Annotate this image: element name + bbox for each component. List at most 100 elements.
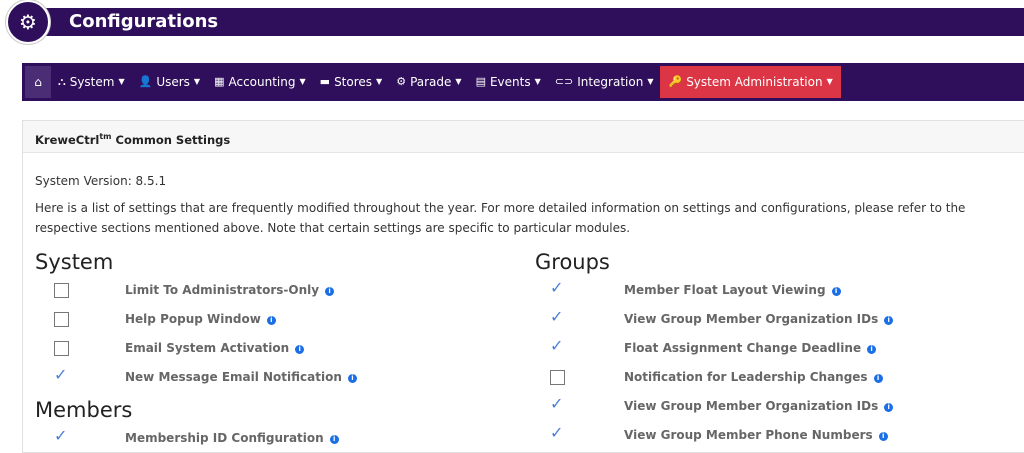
description: Here is a list of settings that are freq… (35, 201, 966, 235)
caret-down-icon: ▼ (376, 77, 383, 86)
nav-users[interactable]: 👤 Users ▼ (132, 66, 207, 98)
setting-row: ✓ Membership ID Configuration i (35, 424, 515, 453)
caret-down-icon: ▼ (455, 77, 462, 86)
setting-label-text: Help Popup Window (125, 312, 261, 326)
setting-label: Member Float Layout Viewing i (624, 283, 841, 297)
common-settings-card: KreweCtrltm Common Settings System Versi… (22, 120, 1024, 453)
checkmark-toggle[interactable]: ✓ (550, 278, 563, 297)
setting-label: Email System Activation i (125, 341, 305, 355)
checkmark-toggle[interactable]: ✓ (550, 394, 563, 413)
checkmark-toggle[interactable]: ✓ (550, 336, 563, 355)
float-icon: ⚙ (396, 75, 407, 88)
checkbox[interactable] (54, 283, 69, 298)
setting-label: Membership ID Configuration i (125, 431, 339, 445)
user-icon: 👤 (138, 75, 153, 88)
checkmark-toggle[interactable]: ✓ (54, 365, 67, 384)
nav-label: Parade (410, 75, 452, 89)
setting-label-text: Membership ID Configuration (125, 431, 324, 445)
setting-label: New Message Email Notification i (125, 370, 357, 384)
trademark: tm (99, 132, 112, 141)
setting-label-text: Notification for Leadership Changes (624, 370, 868, 384)
nav-stores[interactable]: ▬ Stores ▼ (313, 66, 390, 98)
info-icon[interactable]: i (295, 345, 305, 354)
nav-label: Stores (334, 75, 373, 89)
setting-row: Limit To Administrators-Only i (35, 276, 515, 305)
nav-label: Integration (577, 75, 644, 89)
nav-label: System (69, 75, 115, 89)
store-icon: ▬ (319, 75, 331, 88)
info-icon[interactable]: i (873, 374, 883, 383)
checkbox[interactable] (550, 370, 565, 385)
info-icon[interactable]: i (867, 345, 877, 354)
card-title-brand: KreweCtrl (35, 132, 100, 147)
nav-events[interactable]: ▤ Events ▼ (469, 66, 548, 98)
setting-label-text: Float Assignment Change Deadline (624, 341, 862, 355)
setting-label-text: Member Float Layout Viewing (624, 283, 826, 297)
groups-heading: Groups (535, 250, 610, 274)
setting-label-text: View Group Member Organization IDs (624, 312, 879, 326)
setting-label: Help Popup Window i (125, 312, 276, 326)
checkmark-toggle[interactable]: ✓ (54, 426, 67, 445)
home-icon: ⌂ (34, 75, 42, 89)
setting-row: Notification for Leadership Changes i (535, 363, 1015, 392)
gear-icon: ⚙ (6, 0, 50, 44)
caret-down-icon: ▼ (647, 77, 654, 86)
info-icon[interactable]: i (347, 374, 357, 383)
info-icon[interactable]: i (884, 403, 894, 412)
sitemap-icon: ⛬ (58, 75, 66, 88)
checkbox[interactable] (54, 312, 69, 327)
checkmark-toggle[interactable]: ✓ (550, 307, 563, 326)
nav-system[interactable]: ⛬ System ▼ (51, 66, 132, 98)
setting-label-text: View Group Member Phone Numbers (624, 428, 873, 442)
setting-row: ✓ Member Float Layout Viewing i (535, 276, 1015, 305)
setting-row: ✓ View Group Member Phone Numbers i (535, 421, 1015, 450)
calculator-icon: ▦ (214, 75, 225, 88)
info-icon[interactable]: i (878, 432, 888, 441)
setting-row: ✓ View Group Member Organization IDs i (535, 392, 1015, 421)
caret-down-icon: ▼ (299, 77, 306, 86)
nav-parade[interactable]: ⚙ Parade ▼ (389, 66, 468, 98)
calendar-icon: ▤ (475, 75, 486, 88)
nav-label: Accounting (228, 75, 296, 89)
nav-accounting[interactable]: ▦ Accounting ▼ (207, 66, 313, 98)
nav-label: Events (489, 75, 531, 89)
info-icon[interactable]: i (884, 316, 894, 325)
info-icon[interactable]: i (831, 287, 841, 296)
setting-label: Limit To Administrators-Only i (125, 283, 335, 297)
setting-row: Help Popup Window i (35, 305, 515, 334)
setting-label: View Group Member Organization IDs i (624, 312, 894, 326)
nav-system-administration[interactable]: 🔑 System Administration ▼ (660, 66, 841, 98)
checkmark-toggle[interactable]: ✓ (550, 423, 563, 442)
setting-row: ✓ New Message Email Notification i (35, 363, 515, 392)
main-nav: ⌂ ⛬ System ▼ 👤 Users ▼ ▦ Accounting ▼ ▬ Stores ▼ ⚙ Pa… (22, 63, 1024, 101)
link-icon: ⊂⊃ (554, 75, 574, 88)
home-button[interactable]: ⌂ (25, 66, 51, 98)
system-version: System Version: 8.5.1 (35, 174, 167, 188)
info-icon[interactable]: i (329, 435, 339, 444)
card-title-text: Common Settings (111, 132, 231, 147)
setting-label-text: View Group Member Organization IDs (624, 399, 879, 413)
left-column: System Limit To Administrators-Only i Help … (35, 248, 515, 453)
info-icon[interactable]: i (266, 316, 276, 325)
checkbox[interactable] (54, 341, 69, 356)
setting-label: Float Assignment Change Deadline i (624, 341, 877, 355)
caret-down-icon: ▼ (118, 77, 125, 86)
setting-row: ✓ Float Assignment Change Deadline i (535, 334, 1015, 363)
nav-label: System Administration (686, 75, 823, 89)
members-heading: Members (35, 398, 133, 422)
setting-row: ✓ View Group Member Organization IDs i (535, 305, 1015, 334)
setting-row: Email System Activation i (35, 334, 515, 363)
setting-label-text: New Message Email Notification (125, 370, 342, 384)
caret-down-icon: ▼ (826, 77, 833, 86)
page-title: Configurations (69, 11, 219, 32)
info-icon[interactable]: i (325, 287, 335, 296)
key-icon: 🔑 (668, 75, 683, 88)
setting-label-text: Email System Activation (125, 341, 290, 355)
caret-down-icon: ▼ (534, 77, 541, 86)
setting-label: View Group Member Organization IDs i (624, 399, 894, 413)
nav-integration[interactable]: ⊂⊃ Integration ▼ (548, 66, 661, 98)
nav-label: Users (156, 75, 190, 89)
card-title: KreweCtrltm Common Settings (23, 121, 1024, 153)
system-heading: System (35, 250, 114, 274)
caret-down-icon: ▼ (193, 77, 201, 86)
